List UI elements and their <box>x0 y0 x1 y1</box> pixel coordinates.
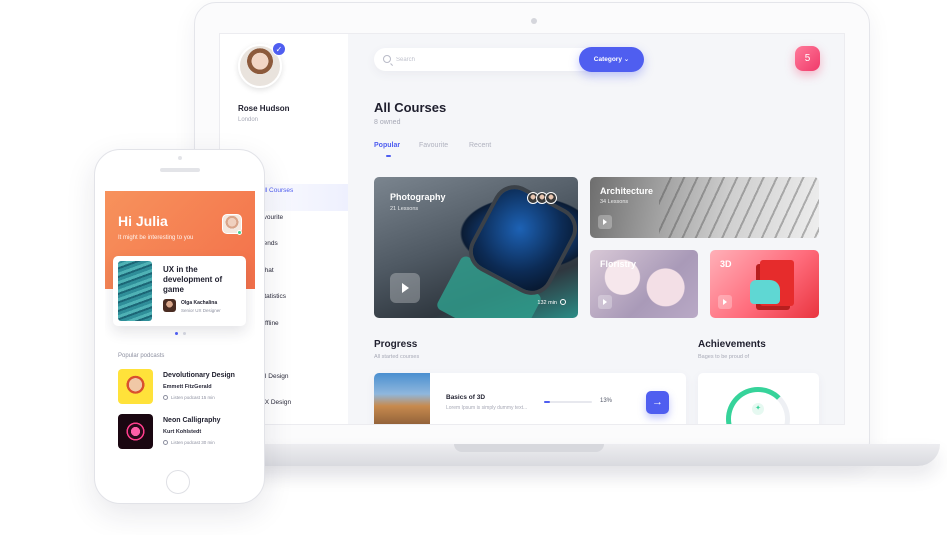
author-name: Olga Kachalina <box>181 300 218 306</box>
continue-arrow-button[interactable]: → <box>646 391 669 414</box>
clock-icon <box>163 440 168 445</box>
play-button[interactable] <box>598 215 612 229</box>
tab-recent[interactable]: Recent <box>469 142 491 149</box>
phone-camera <box>178 156 182 160</box>
lightning-icon: ✦ <box>752 403 764 415</box>
play-button[interactable] <box>718 295 732 309</box>
podcast-title: Devolutionary Design <box>163 372 235 379</box>
podcast-item[interactable]: Neon Calligraphy Kurt Kohlstedt Listen p… <box>118 414 248 450</box>
progress-bar <box>544 401 592 403</box>
course-card-floristry[interactable]: Floristry <box>590 250 698 318</box>
participants-avatars <box>527 192 557 204</box>
phone-screen: Hi Julia It might be interesting to you … <box>105 191 255 463</box>
podcast-cover <box>118 369 153 404</box>
search-bar[interactable] <box>374 48 598 71</box>
play-button[interactable] <box>390 273 420 303</box>
category-label: Category <box>593 56 622 63</box>
podcast-meta-text: Listen podcast 30 min <box>171 440 215 445</box>
course-title: 3D <box>720 259 732 269</box>
podcast-author: Emmett FitzGerald <box>163 384 212 390</box>
notification-badge[interactable]: 5 <box>795 46 820 71</box>
duration-text: 132 min <box>537 300 557 306</box>
achievements-heading: Achievements <box>698 339 766 350</box>
search-input[interactable] <box>396 54 546 65</box>
pager-dot-active[interactable] <box>175 332 178 335</box>
featured-course-title: UX in the development of game <box>163 265 223 294</box>
progress-course-title: Basics of 3D <box>446 394 486 401</box>
search-icon <box>383 55 391 63</box>
pager-dot[interactable] <box>183 332 186 335</box>
progress-heading: Progress <box>374 339 418 350</box>
podcast-cover <box>118 414 153 449</box>
featured-course-card[interactable]: UX in the development of game Olga Kacha… <box>113 256 246 326</box>
podcast-meta-text: Listen podcast 15 min <box>171 395 215 400</box>
course-card-architecture[interactable]: Architecture 34 Lessons <box>590 177 819 238</box>
architecture-image <box>659 177 819 238</box>
podcast-author: Kurt Kohlstedt <box>163 429 202 435</box>
author-avatar <box>163 299 176 312</box>
llama-figure-image <box>750 280 780 304</box>
achievements-card[interactable]: ✦ <box>698 373 819 424</box>
course-title: Architecture <box>600 186 654 196</box>
progress-subtitle: All started courses <box>374 354 420 360</box>
podcast-meta: Listen podcast 15 min <box>163 395 215 400</box>
podcasts-section-label: Popular podcasts <box>118 353 165 359</box>
progress-bar-fill <box>544 401 551 403</box>
clock-icon <box>163 395 168 400</box>
achievements-subtitle: Bages to be proud of <box>698 354 750 360</box>
profile-name: Rose Hudson <box>238 104 290 113</box>
laptop-camera <box>531 18 537 24</box>
laptop-screen: ✓ Rose Hudson London All Courses avourit… <box>219 33 845 425</box>
profile-location: London <box>238 117 259 123</box>
phone-home-button[interactable] <box>166 470 190 494</box>
tab-popular[interactable]: Popular <box>374 142 400 149</box>
tab-active-indicator <box>386 155 391 157</box>
greeting-title: Hi Julia <box>118 213 168 229</box>
course-lessons: 34 Lessons <box>600 199 629 205</box>
page-subtitle: 8 owned <box>374 119 401 126</box>
online-status-icon <box>237 230 242 235</box>
course-title: Floristry <box>600 259 637 269</box>
verified-check-icon: ✓ <box>272 42 286 56</box>
phone-speaker <box>160 168 200 172</box>
course-lessons: 21 Lessons <box>390 206 419 212</box>
laptop-notch <box>454 444 604 452</box>
tab-favourite[interactable]: Favourite <box>419 142 448 149</box>
progress-percent: 13% <box>600 398 613 404</box>
course-title: Photography <box>390 192 446 202</box>
progress-card[interactable]: Basics of 3D Lorem Ipsum is simply dummy… <box>374 373 686 424</box>
course-duration: 132 min <box>537 299 566 306</box>
featured-course-thumbnail <box>118 261 152 321</box>
phone-frame: Hi Julia It might be interesting to you … <box>94 149 265 504</box>
author-role: Senior UX Designer <box>181 308 221 313</box>
play-button[interactable] <box>598 295 612 309</box>
podcast-item[interactable]: Devolutionary Design Emmett FitzGerald L… <box>118 369 248 405</box>
podcast-meta: Listen podcast 30 min <box>163 440 215 445</box>
course-card-3d[interactable]: 3D <box>710 250 819 318</box>
arrow-right-icon: → <box>652 396 663 408</box>
clock-icon <box>560 299 566 305</box>
page-title: All Courses <box>374 100 447 115</box>
progress-course-description: Lorem Ipsum is simply dummy text... <box>446 405 528 411</box>
podcast-title: Neon Calligraphy <box>163 417 221 424</box>
chevron-down-icon: ⌄ <box>623 56 630 63</box>
greeting-subtitle: It might be interesting to you <box>118 235 194 241</box>
course-card-photography[interactable]: Photography 21 Lessons 132 min <box>374 177 578 318</box>
category-dropdown-button[interactable]: Category ⌄ <box>579 47 644 72</box>
course-thumbnail <box>374 373 430 424</box>
